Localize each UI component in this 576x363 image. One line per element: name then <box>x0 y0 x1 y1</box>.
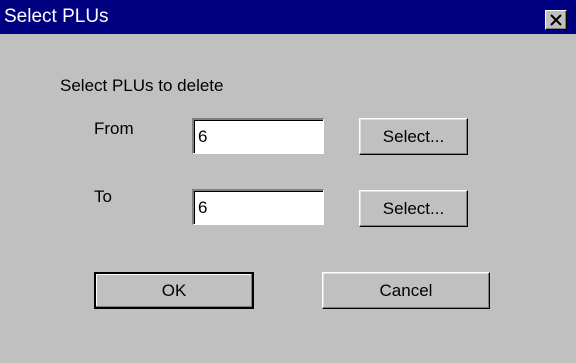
select-plus-dialog: Select PLUs Select PLUs to delete From S… <box>0 0 576 363</box>
cancel-button[interactable]: Cancel <box>322 272 490 309</box>
dialog-heading: Select PLUs to delete <box>60 76 224 95</box>
to-label: To <box>94 187 112 206</box>
ok-button[interactable]: OK <box>94 272 254 309</box>
close-icon <box>550 14 562 26</box>
from-label: From <box>94 119 134 138</box>
title-bar: Select PLUs <box>0 0 576 34</box>
window-title: Select PLUs <box>4 6 109 27</box>
from-select-button[interactable]: Select... <box>359 118 468 155</box>
to-select-button[interactable]: Select... <box>359 190 468 227</box>
to-input[interactable] <box>192 189 324 225</box>
close-button[interactable] <box>545 10 567 30</box>
from-input[interactable] <box>192 118 324 154</box>
